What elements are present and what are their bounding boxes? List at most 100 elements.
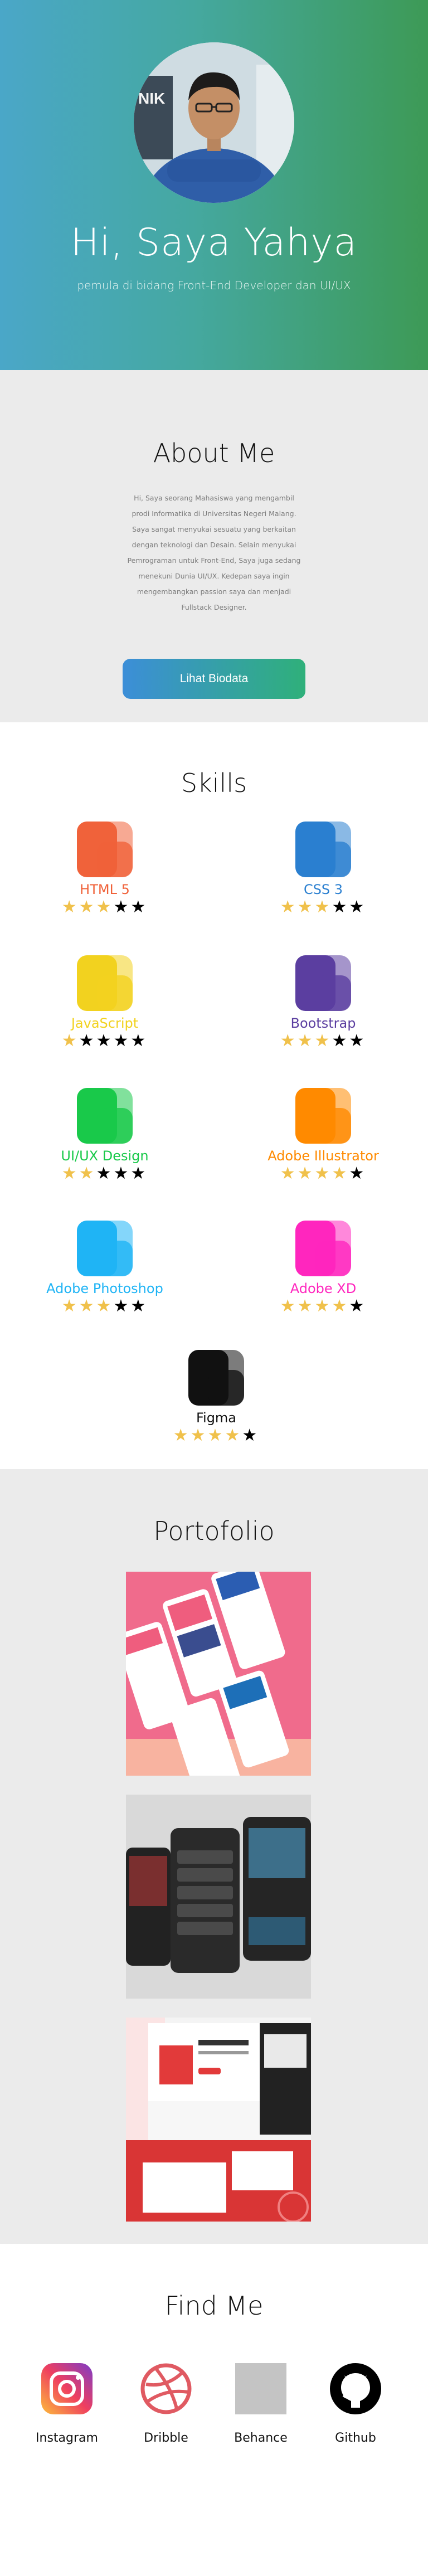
- bootstrap-icon: [293, 953, 353, 1013]
- skill-item: JavaScript ★★★★★: [32, 953, 177, 1051]
- star-filled-icon: ★: [61, 1164, 79, 1183]
- star-empty-icon: ★: [113, 1296, 131, 1316]
- dribbble-label: Dribble: [144, 2431, 188, 2445]
- skill-item: Bootstrap ★★★★★: [251, 953, 396, 1051]
- html5-icon: [75, 819, 135, 879]
- findme-title: Find Me: [164, 2291, 264, 2321]
- portfolio-title: Portofolio: [153, 1516, 275, 1546]
- skill-name: Adobe Photoshop: [46, 1281, 163, 1296]
- star-empty-icon: ★: [242, 1426, 260, 1445]
- skill-rating-stars: ★★★★★: [251, 1296, 396, 1316]
- view-biodata-button[interactable]: Lihat Biodata: [123, 659, 305, 699]
- svg-text:NIK: NIK: [138, 90, 165, 107]
- star-filled-icon: ★: [225, 1426, 242, 1445]
- skill-name: Bootstrap: [290, 1015, 356, 1031]
- star-empty-icon: ★: [130, 1296, 148, 1316]
- about-paragraph: Hi, Saya seorang Mahasiswa yang mengambi…: [127, 494, 301, 611]
- star-filled-icon: ★: [61, 1296, 79, 1316]
- skill-rating-stars: ★★★★★: [251, 897, 396, 917]
- portfolio-item-travel-app[interactable]: [126, 1572, 311, 1776]
- skill-rating-stars: ★★★★★: [144, 1426, 289, 1446]
- star-empty-icon: ★: [79, 1031, 96, 1051]
- star-empty-icon: ★: [96, 1031, 114, 1051]
- star-empty-icon: ★: [96, 1164, 114, 1183]
- skill-rating-stars: ★★★★★: [32, 897, 177, 917]
- star-empty-icon: ★: [349, 1296, 367, 1316]
- star-empty-icon: ★: [130, 897, 148, 917]
- figma-icon: [186, 1348, 246, 1408]
- skills-title: Skills: [181, 768, 247, 798]
- skill-name: Adobe XD: [290, 1281, 357, 1296]
- star-empty-icon: ★: [332, 1031, 349, 1051]
- star-empty-icon: ★: [130, 1031, 148, 1051]
- skill-rating-stars: ★★★★★: [32, 1296, 177, 1316]
- skill-rating-stars: ★★★★★: [32, 1164, 177, 1184]
- star-filled-icon: ★: [314, 1164, 332, 1183]
- dribbble-link[interactable]: Dribble: [121, 2363, 211, 2445]
- star-filled-icon: ★: [332, 1164, 349, 1183]
- star-filled-icon: ★: [297, 897, 315, 917]
- star-filled-icon: ★: [280, 1031, 298, 1051]
- star-filled-icon: ★: [96, 897, 114, 917]
- star-empty-icon: ★: [349, 897, 367, 917]
- star-filled-icon: ★: [207, 1426, 225, 1445]
- github-icon: [330, 2363, 381, 2414]
- star-empty-icon: ★: [113, 1164, 131, 1183]
- behance-link[interactable]: Behance: [216, 2363, 305, 2445]
- github-link[interactable]: Github: [311, 2363, 400, 2445]
- star-filled-icon: ★: [332, 1296, 349, 1316]
- portfolio-item-web-landing[interactable]: [126, 2018, 311, 2222]
- behance-label: Behance: [234, 2431, 288, 2445]
- skill-item: Adobe XD ★★★★★: [251, 1218, 396, 1316]
- skill-item: CSS 3 ★★★★★: [251, 819, 396, 917]
- javascript-icon: [75, 953, 135, 1013]
- star-filled-icon: ★: [79, 897, 96, 917]
- github-label: Github: [335, 2431, 376, 2445]
- star-filled-icon: ★: [79, 1164, 96, 1183]
- css3-icon: [293, 819, 353, 879]
- star-empty-icon: ★: [113, 1031, 131, 1051]
- star-filled-icon: ★: [79, 1296, 96, 1316]
- skill-name: CSS 3: [303, 882, 343, 897]
- star-filled-icon: ★: [96, 1296, 114, 1316]
- illustrator-icon: [293, 1086, 353, 1146]
- instagram-label: Instagram: [36, 2431, 98, 2445]
- skill-item: UI/UX Design ★★★★★: [32, 1086, 177, 1184]
- hero-subtitle: pemula di bidang Front-End Developer dan…: [77, 279, 351, 292]
- profile-avatar: NIK: [134, 42, 294, 203]
- behance-icon: [235, 2363, 286, 2414]
- star-filled-icon: ★: [61, 897, 79, 917]
- dribbble-icon: [140, 2363, 192, 2414]
- xd-icon: [293, 1218, 353, 1279]
- star-empty-icon: ★: [130, 1164, 148, 1183]
- hero-section: NIK Hi, Saya Yahya pemula di bidang Fron…: [0, 0, 428, 370]
- star-filled-icon: ★: [61, 1031, 79, 1051]
- hero-greeting: Hi, Saya Yahya: [70, 221, 358, 265]
- skill-name: HTML 5: [80, 882, 130, 897]
- star-filled-icon: ★: [314, 1296, 332, 1316]
- instagram-link[interactable]: Instagram: [22, 2363, 111, 2445]
- star-empty-icon: ★: [332, 897, 349, 917]
- photoshop-icon: [75, 1218, 135, 1279]
- star-filled-icon: ★: [314, 1031, 332, 1051]
- star-filled-icon: ★: [280, 1164, 298, 1183]
- skill-item: HTML 5 ★★★★★: [32, 819, 177, 917]
- star-empty-icon: ★: [349, 1164, 367, 1183]
- instagram-icon: [41, 2363, 93, 2414]
- star-empty-icon: ★: [349, 1031, 367, 1051]
- uiux-icon: [75, 1086, 135, 1146]
- star-filled-icon: ★: [297, 1031, 315, 1051]
- skill-item: Adobe Illustrator ★★★★★: [251, 1086, 396, 1184]
- portfolio-item-music-player-app[interactable]: [126, 1795, 311, 1999]
- skill-name: Figma: [196, 1410, 237, 1426]
- skill-item: Adobe Photoshop ★★★★★: [32, 1218, 177, 1316]
- skill-rating-stars: ★★★★★: [32, 1031, 177, 1051]
- skill-item: Figma ★★★★★: [144, 1348, 289, 1446]
- skill-name: UI/UX Design: [61, 1148, 149, 1164]
- skill-rating-stars: ★★★★★: [251, 1031, 396, 1051]
- star-filled-icon: ★: [297, 1164, 315, 1183]
- star-filled-icon: ★: [314, 897, 332, 917]
- skill-name: Adobe Illustrator: [268, 1148, 379, 1164]
- star-filled-icon: ★: [173, 1426, 191, 1445]
- about-title: About Me: [153, 438, 275, 468]
